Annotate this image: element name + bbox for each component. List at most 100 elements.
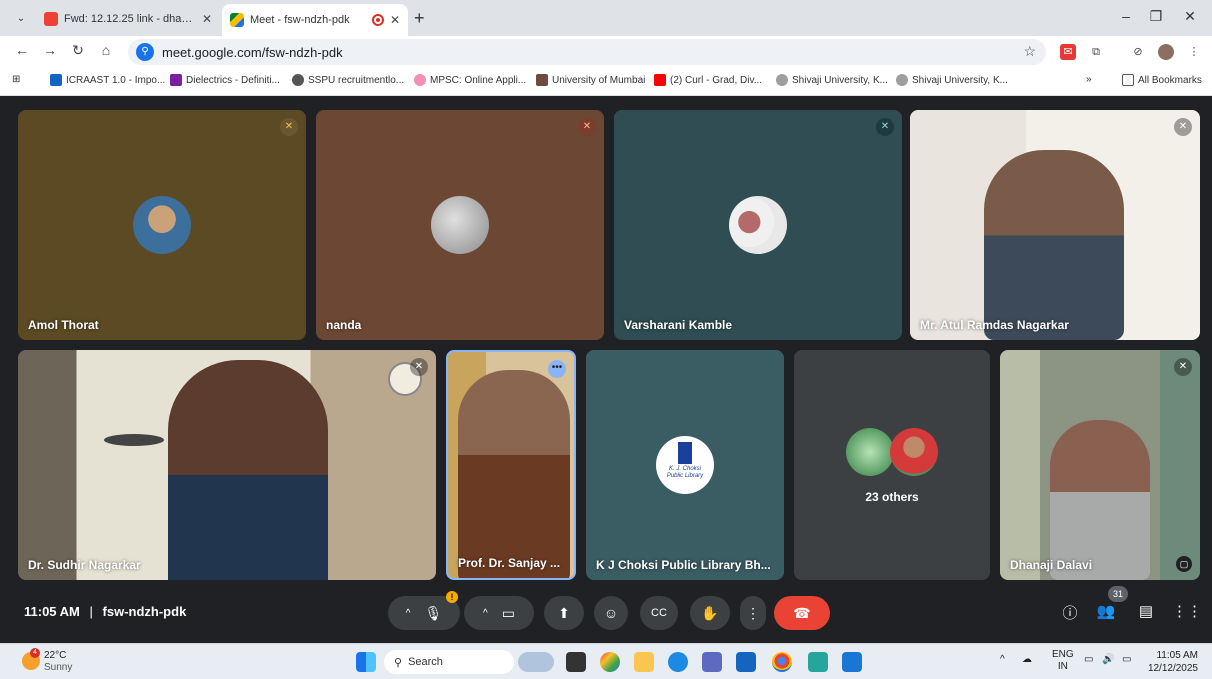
close-tab-icon[interactable]: ✕ [390,13,400,27]
participant-tile[interactable]: K. J. Choksi Public Library K J Choksi P… [586,350,784,580]
participant-video[interactable]: ✕ Dr. Sudhir Nagarkar [18,350,436,580]
windows-start-icon[interactable] [356,652,376,672]
people-icon[interactable]: 👥 [1096,602,1116,620]
bookmark-item[interactable]: Shivaji University, K... [896,74,1008,86]
participant-tile[interactable]: ✕ Amol Thorat [18,110,306,340]
book-icon [678,442,692,464]
raise-hand-button[interactable]: ✋ [690,596,730,630]
present-button[interactable]: ⬆ [544,596,584,630]
widget-icon[interactable] [518,652,554,672]
bookmark-item[interactable]: MPSC: Online Appli... [414,74,526,86]
minimize-icon[interactable]: – [1116,8,1136,24]
others-tile[interactable]: 23 others [794,350,990,580]
participant-tile[interactable]: ✕ Varsharani Kamble [614,110,902,340]
bookmark-item[interactable]: ICRAAST 1.0 - Impo... [50,74,165,86]
bookmark-item[interactable]: University of Mumbai [536,74,645,86]
network-icon[interactable]: ▭ [1084,654,1093,665]
language-indicator[interactable]: ENG IN [1052,649,1074,673]
volume-icon[interactable]: 🔊 [1102,654,1114,665]
sync-icon[interactable]: ⊘ [1130,44,1146,60]
bookmark-item[interactable]: (2) Curl - Grad, Div... [654,74,762,86]
weather-condition: Sunny [44,662,73,673]
participant-name: Dr. Sudhir Nagarkar [28,558,141,572]
muted-mic-icon: ✕ [410,358,428,376]
profile-avatar[interactable] [1158,44,1174,60]
bookmark-item[interactable]: SSPU recruitmentlo... [292,74,404,86]
home-icon[interactable]: ⌂ [96,42,116,58]
pip-icon[interactable]: ▢ [1176,556,1192,572]
file-explorer-icon[interactable] [634,652,654,672]
participant-name: Amol Thorat [28,318,99,332]
reload-icon[interactable]: ↻ [68,42,88,59]
muted-mic-icon: ✕ [876,118,894,136]
recording-icon [371,14,384,26]
extensions-puzzle-icon[interactable]: ⧉ [1088,44,1104,60]
apps-grid-icon[interactable]: ⊞ [12,74,20,85]
separator: | [89,604,93,619]
teams-icon[interactable] [702,652,722,672]
muted-mic-icon: ✕ [1174,358,1192,376]
close-window-icon[interactable]: ✕ [1180,8,1200,25]
system-clock[interactable]: 11:05 AM 12/12/2025 [1148,649,1198,675]
tab-meet[interactable]: Meet - fsw-ndzh-pdk ✕ [222,4,408,36]
task-view-icon[interactable] [566,652,586,672]
close-tab-icon[interactable]: ✕ [202,12,212,26]
muted-mic-icon: ✕ [280,118,298,136]
windows-taskbar: 4 22°C Sunny ⚲ Search ^ ☁ ENG IN ▭ 🔊 ▭ 1… [0,643,1212,679]
meet-stage: ✕ Amol Thorat ✕ nanda ✕ Varsharani Kambl… [0,96,1212,643]
participant-name: Varsharani Kamble [624,318,733,332]
new-tab-button[interactable]: + [414,8,425,29]
captions-button[interactable]: CC [640,596,678,630]
store-icon[interactable] [736,652,756,672]
participant-video[interactable]: ✕ Mr. Atul Ramdas Nagarkar [910,110,1200,340]
chevron-up-icon[interactable]: ^ [406,608,411,619]
extension-icon[interactable]: ✉ [1060,44,1076,60]
chat-icon[interactable]: ▤ [1136,602,1156,620]
show-hidden-icons[interactable]: ^ [1000,654,1005,665]
cloud-icon[interactable]: ☁ [1022,654,1032,665]
bookmark-item[interactable]: Shivaji University, K... [776,74,888,86]
restore-icon[interactable]: ❐ [1146,8,1166,25]
camera-control[interactable]: ^ ▭ [464,596,534,630]
all-bookmarks-button[interactable]: All Bookmarks [1122,74,1202,86]
app-icon[interactable] [842,652,862,672]
app-icon[interactable] [808,652,828,672]
more-bookmarks-button[interactable]: » [1086,74,1092,85]
chrome-icon[interactable] [772,652,792,672]
address-bar[interactable]: ⚲ meet.google.com/fsw-ndzh-pdk ☆ [128,39,1046,65]
reactions-button[interactable]: ☺ [594,596,628,630]
video-subject [458,370,570,578]
tab-title: Meet - fsw-ndzh-pdk [250,14,350,26]
gmail-icon [44,12,58,26]
back-icon[interactable]: ← [12,42,32,58]
site-info-icon[interactable]: ⚲ [136,43,154,61]
library-logo-icon: K. J. Choksi Public Library [656,436,714,494]
participant-tile[interactable]: ✕ nanda [316,110,604,340]
leave-call-button[interactable]: ☎ [774,596,830,630]
meeting-details-icon[interactable]: ⓘ [1060,602,1080,623]
tab-gmail[interactable]: Fwd: 12.12.25 link - dhanuphys ✕ [36,6,220,32]
more-menu-icon[interactable]: ⋮ [1186,44,1202,60]
mic-warning-icon[interactable]: ! [446,591,458,603]
copilot-icon[interactable] [600,652,620,672]
more-options-icon[interactable]: ••• [548,360,566,378]
chevron-up-icon[interactable]: ^ [483,608,488,619]
bookmark-star-icon[interactable]: ☆ [1023,43,1036,60]
activities-grid-icon[interactable]: ⋮⋮ [1172,602,1202,620]
tab-search-chevron-icon[interactable]: ⌄ [10,8,32,30]
bookmark-item[interactable]: Dielectrics - Definiti... [170,74,280,86]
participant-video[interactable]: ✕ Dhanaji Dalavi ▢ [1000,350,1200,580]
browser-toolbar: ← → ↻ ⌂ ⚲ meet.google.com/fsw-ndzh-pdk ☆… [0,36,1212,68]
more-vert-icon: ⋮ [746,604,760,621]
mic-icon[interactable]: 🎙 [424,605,442,622]
taskbar-search[interactable]: ⚲ Search [384,650,514,674]
battery-icon[interactable]: ▭ [1122,654,1131,665]
forward-icon[interactable]: → [40,42,60,58]
camera-icon[interactable]: ▭ [502,605,515,622]
edge-icon[interactable] [668,652,688,672]
globe-icon [292,74,304,86]
participant-video-self[interactable]: ••• Prof. Dr. Sanjay ... [446,350,576,580]
video-subject [1050,420,1150,580]
more-options-button[interactable]: ⋮ [740,596,766,630]
participant-name: nanda [326,318,362,332]
